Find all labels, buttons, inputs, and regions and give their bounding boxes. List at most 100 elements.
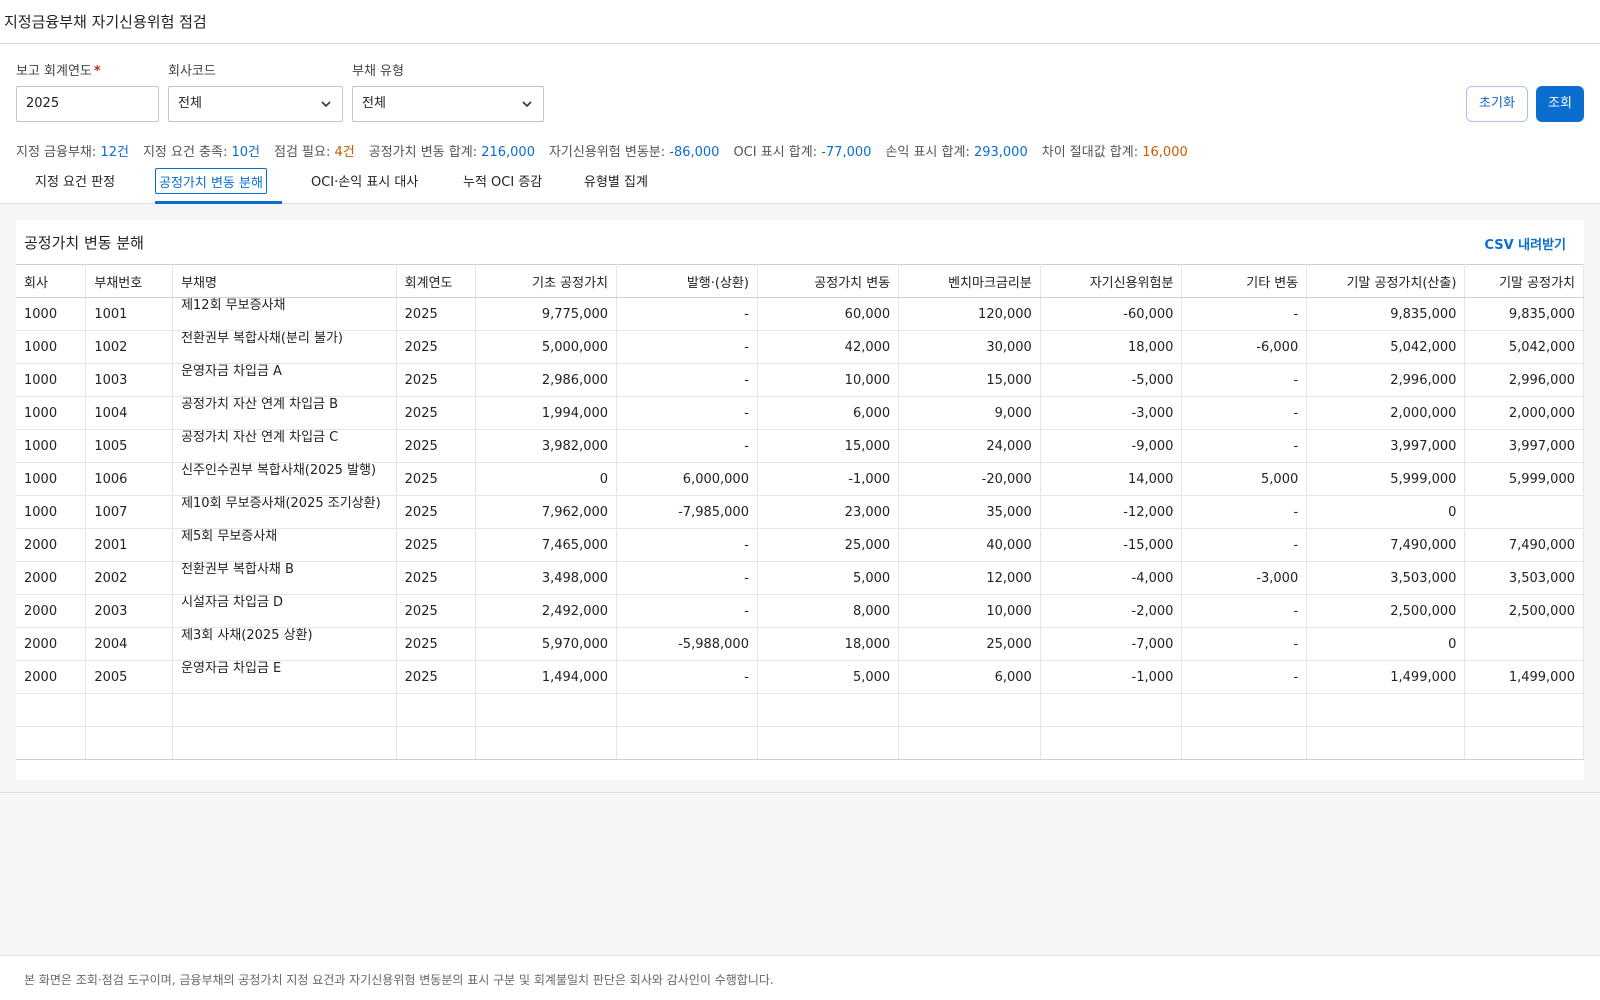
table-cell: 신주인수권부 복합사채(2025 발행) <box>172 462 397 496</box>
search-button[interactable]: 조회 <box>1536 86 1584 122</box>
tab-designation-criteria[interactable]: 지정 요건 판정 <box>32 168 118 194</box>
year-input[interactable]: 2025 <box>16 86 159 122</box>
table-cell: 1006 <box>85 462 174 496</box>
table-row[interactable]: 1000 1001 제12회 무보증사채 2025 9,775,000-60,000 12… <box>16 297 1584 331</box>
table-cell: - <box>616 594 758 628</box>
table-cell: 전환권부 복합사채 B <box>172 561 397 595</box>
tab-bar: 지정 요건 판정 공정가치 변동 분해 OCI·손익 표시 대사 누적 OCI … <box>0 160 1600 204</box>
column-header[interactable]: 공정가치 변동 <box>757 264 900 298</box>
column-header[interactable]: 발행·(상환) <box>616 264 758 298</box>
panel-divider <box>0 792 1600 793</box>
table-cell: 60,000 <box>757 297 900 331</box>
type-label: 부채 유형 <box>352 64 404 79</box>
table-cell: 9,835,000 <box>1306 297 1466 331</box>
table-row[interactable]: 2000 2005 운영자금 차입금 E 2025 1,494,000-5,000 6,0… <box>16 660 1584 694</box>
table-row[interactable]: 2000 2001 제5회 무보증사채 2025 7,465,000-25,000 40,… <box>16 528 1584 562</box>
table-cell: 3,982,000 <box>475 429 618 463</box>
table-cell: 1,494,000 <box>475 660 618 694</box>
table-cell: 24,000 <box>898 429 1041 463</box>
table-cell: - <box>616 396 758 430</box>
table-cell <box>396 693 476 727</box>
table-cell <box>85 693 174 727</box>
table-cell: 1000 <box>16 330 87 364</box>
table-cell: - <box>616 363 758 397</box>
type-select[interactable]: 전체 <box>352 86 544 122</box>
table-cell: 5,000 <box>1181 462 1308 496</box>
table-cell: 18,000 <box>1040 330 1183 364</box>
column-header[interactable]: 기타 변동 <box>1181 264 1308 298</box>
table-cell: -60,000 <box>1040 297 1183 331</box>
table-cell: 0 <box>1306 495 1466 529</box>
summary-label: 지정 금융부채: <box>16 145 97 160</box>
table-cell: 1001 <box>85 297 174 331</box>
table-cell: - <box>1181 363 1308 397</box>
table-cell: - <box>1181 495 1308 529</box>
table-cell: 9,775,000 <box>475 297 618 331</box>
chevron-down-icon <box>522 101 532 108</box>
table-row[interactable]: 1000 1007 제10회 무보증사채(2025 조기상환) 2025 7,962,0… <box>16 495 1584 529</box>
table-cell: 제5회 무보증사채 <box>172 528 397 562</box>
column-header[interactable]: 기말 공정가치(산출) <box>1306 264 1466 298</box>
table-cell: 1003 <box>85 363 174 397</box>
table-cell: 6,000,000 <box>616 462 758 496</box>
column-header[interactable]: 회사 <box>16 264 87 298</box>
table-cell: 1000 <box>16 396 87 430</box>
table-cell: 2025 <box>396 627 476 661</box>
csv-download-link[interactable]: CSV 내려받기 <box>1484 234 1566 253</box>
column-header[interactable]: 기말 공정가치 <box>1464 264 1584 298</box>
column-header[interactable]: 자기신용위험분 <box>1040 264 1183 298</box>
tab-summary-by-type[interactable]: 유형별 집계 <box>581 168 651 194</box>
reset-button[interactable]: 초기화 <box>1466 86 1528 122</box>
table-cell <box>616 693 758 727</box>
table-cell: -5,988,000 <box>616 627 758 661</box>
table-row[interactable]: 1000 1005 공정가치 자산 연계 차입금 C 2025 3,982,000-15… <box>16 429 1584 463</box>
table-row[interactable]: 1000 1003 운영자금 차입금 A 2025 2,986,000-10,000 15… <box>16 363 1584 397</box>
column-header[interactable]: 벤치마크금리분 <box>898 264 1041 298</box>
page-title: 지정금융부채 자기신용위험 점검 <box>4 13 207 31</box>
table-row[interactable]: 2000 2004 제3회 사채(2025 상환) 2025 5,970,000 -5,9… <box>16 627 1584 661</box>
table-row[interactable] <box>16 693 1584 727</box>
breakdown-table: 회사 부채번호 부채명 회계연도 기초 공정가치 발행·(상환) 공정가치 변동 벤치마크금리… <box>16 264 1584 760</box>
table-cell: - <box>616 429 758 463</box>
column-header[interactable]: 부채명 <box>172 264 397 298</box>
table-cell: 0 <box>475 462 618 496</box>
table-cell: 40,000 <box>898 528 1041 562</box>
table-cell: 2000 <box>16 528 87 562</box>
column-header[interactable]: 부채번호 <box>85 264 174 298</box>
table-cell: 1007 <box>85 495 174 529</box>
table-cell: 2,500,000 <box>1306 594 1466 628</box>
table-cell: 2,000,000 <box>1306 396 1466 430</box>
summary-value: -77,000 <box>821 145 872 160</box>
table-cell: 35,000 <box>898 495 1041 529</box>
tab-cumulative-oci[interactable]: 누적 OCI 증감 <box>460 168 545 194</box>
table-row[interactable]: 2000 2003 시설자금 차입금 D 2025 2,492,000-8,000 10,… <box>16 594 1584 628</box>
table-cell: 3,498,000 <box>475 561 618 595</box>
column-header[interactable]: 기초 공정가치 <box>475 264 618 298</box>
table-cell: - <box>1181 297 1308 331</box>
table-cell: 18,000 <box>757 627 900 661</box>
table-cell: 9,835,000 <box>1464 297 1584 331</box>
summary-label: 차이 절대값 합계: <box>1041 145 1139 160</box>
summary-item: OCI 표시 합계: -77,000 <box>733 145 871 160</box>
table-cell: 2001 <box>85 528 174 562</box>
tab-fair-value-breakdown[interactable]: 공정가치 변동 분해 <box>155 168 267 194</box>
tab-oci-pl-reconciliation[interactable]: OCI·손익 표시 대사 <box>308 168 421 194</box>
table-cell: 5,000,000 <box>475 330 618 364</box>
column-header[interactable]: 회계연도 <box>396 264 476 298</box>
table-row[interactable]: 2000 2002 전환권부 복합사채 B 2025 3,498,000-5,000 12… <box>16 561 1584 595</box>
table-cell: 시설자금 차입금 D <box>172 594 397 628</box>
table-row[interactable]: 1000 1004 공정가치 자산 연계 차입금 B 2025 1,994,000-6,… <box>16 396 1584 430</box>
table-cell: -5,000 <box>1040 363 1183 397</box>
table-row[interactable]: 1000 1002 전환권부 복합사채(분리 불가) 2025 5,000,000-42… <box>16 330 1584 364</box>
table-cell: 5,000 <box>757 561 900 595</box>
table-row[interactable] <box>16 726 1584 760</box>
table-cell: 2,500,000 <box>1464 594 1584 628</box>
company-select[interactable]: 전체 <box>168 86 343 122</box>
table-cell: 공정가치 자산 연계 차입금 C <box>172 429 397 463</box>
table-cell <box>172 726 397 760</box>
table-cell: 5,999,000 <box>1306 462 1466 496</box>
table-row[interactable]: 1000 1006 신주인수권부 복합사채(2025 발행) 2025 0 6,000,0… <box>16 462 1584 496</box>
table-cell: 1,499,000 <box>1464 660 1584 694</box>
table-cell: 1004 <box>85 396 174 430</box>
table-cell: - <box>1181 660 1308 694</box>
